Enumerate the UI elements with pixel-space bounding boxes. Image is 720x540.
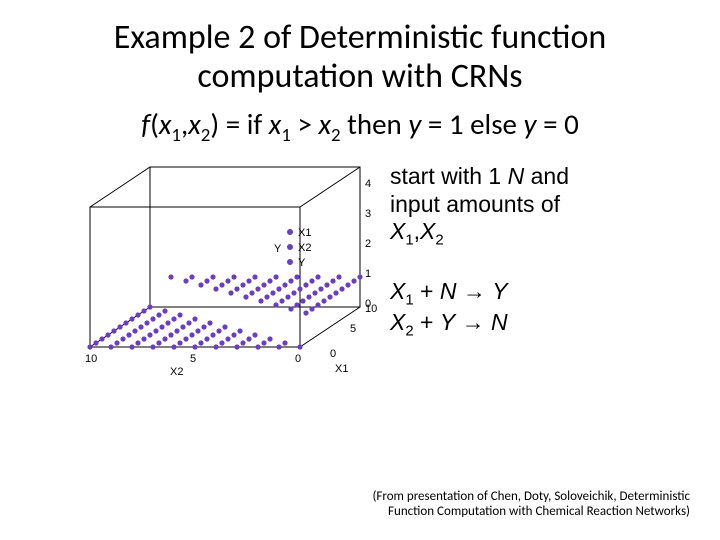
description: start with 1 N and input amounts of X1,X…	[380, 157, 690, 341]
rxn2-N: N	[491, 309, 508, 335]
x2-tick-5: 5	[190, 353, 196, 365]
x2-axis-label: X2	[170, 366, 183, 378]
x1b-sub: 1	[281, 124, 291, 147]
function-definition: f(x1,x2) = if x1 > x2 then y = 1 else y …	[0, 102, 720, 157]
x2b-sub: 2	[331, 124, 341, 147]
open-paren: (	[150, 106, 159, 142]
txt-input-amounts: input amounts of	[390, 191, 560, 217]
plot-3d: 10 5 0 X2 0 5 10 X1 0 1 2 3 4 X1 X2 Y Y	[30, 157, 380, 387]
axis-ticks: 10 5 0 X2 0 5 10 X1 0 1 2 3 4	[85, 178, 377, 378]
x1b-var: x	[269, 106, 282, 142]
txt-startwith: start with 1	[390, 163, 508, 189]
rxn1-N: N	[440, 278, 457, 304]
y-tick-2: 2	[365, 238, 371, 250]
rxn1-Y: Y	[492, 278, 507, 304]
y2-var: y	[524, 106, 537, 142]
plot-legend: X1 X2 Y Y	[274, 227, 311, 269]
rxn2-sub: 2	[405, 323, 413, 340]
y-var: y	[408, 106, 421, 142]
legend-y: Y	[298, 257, 306, 269]
x1-sub: 1	[171, 124, 181, 147]
close-eq-if: ) = if	[210, 106, 268, 142]
rxn1-sub: 1	[405, 291, 413, 308]
title-line-1: Example 2 of Deterministic function	[114, 17, 607, 58]
y-tick-3: 3	[365, 208, 371, 220]
eq0: = 0	[537, 106, 579, 142]
rxn2-X: X	[390, 309, 405, 335]
y-tick-4: 4	[365, 178, 371, 190]
x2-tick-10: 10	[85, 353, 97, 365]
txt-X2: X	[420, 218, 435, 244]
txt-X1-sub: 1	[405, 232, 413, 249]
x1-tick-5: 5	[350, 323, 356, 335]
start-condition: start with 1 N and input amounts of X1,X…	[390, 163, 690, 250]
txt-X1: X	[390, 218, 405, 244]
txt-X2-sub: 2	[435, 232, 443, 249]
rxn1-X: X	[390, 278, 405, 304]
txt-N: N	[508, 163, 525, 189]
eq1else: = 1 else	[421, 106, 523, 142]
legend-x2: X2	[298, 242, 311, 254]
rxn2-plus: +	[414, 309, 440, 335]
rxn1-plus: +	[414, 278, 440, 304]
citation-line-1: (From presentation of Chen, Doty, Solove…	[372, 489, 690, 504]
slide-title: Example 2 of Deterministic function comp…	[0, 0, 720, 102]
txt-and: and	[524, 163, 569, 189]
x2-tick-0: 0	[295, 353, 301, 365]
x2-sub: 2	[201, 124, 211, 147]
x1-tick-0: 0	[330, 348, 336, 360]
then: then	[341, 106, 409, 142]
reactions: X1 + N → Y X2 + Y → N	[390, 278, 690, 341]
rxn2-Y: Y	[440, 309, 455, 335]
gt: >	[291, 106, 319, 142]
y-axis-label: Y	[274, 243, 282, 255]
citation: (From presentation of Chen, Doty, Solove…	[300, 490, 690, 520]
f-symbol: f	[141, 106, 150, 142]
citation-line-2: Function Computation with Chemical React…	[388, 504, 690, 519]
content-row: 10 5 0 X2 0 5 10 X1 0 1 2 3 4 X1 X2 Y Y	[0, 157, 720, 387]
title-line-2: computation with CRNs	[197, 56, 522, 97]
rxn1-arrow: →	[457, 278, 493, 304]
x1-axis-label: X1	[335, 363, 348, 375]
rxn2-arrow: →	[455, 309, 491, 335]
scatter-points	[87, 274, 362, 349]
y-tick-1: 1	[365, 268, 371, 280]
x1-var: x	[159, 106, 172, 142]
y-tick-0: 0	[365, 298, 371, 310]
x2-var: x	[188, 106, 201, 142]
legend-x1: X1	[298, 227, 311, 239]
x2b-var: x	[318, 106, 331, 142]
